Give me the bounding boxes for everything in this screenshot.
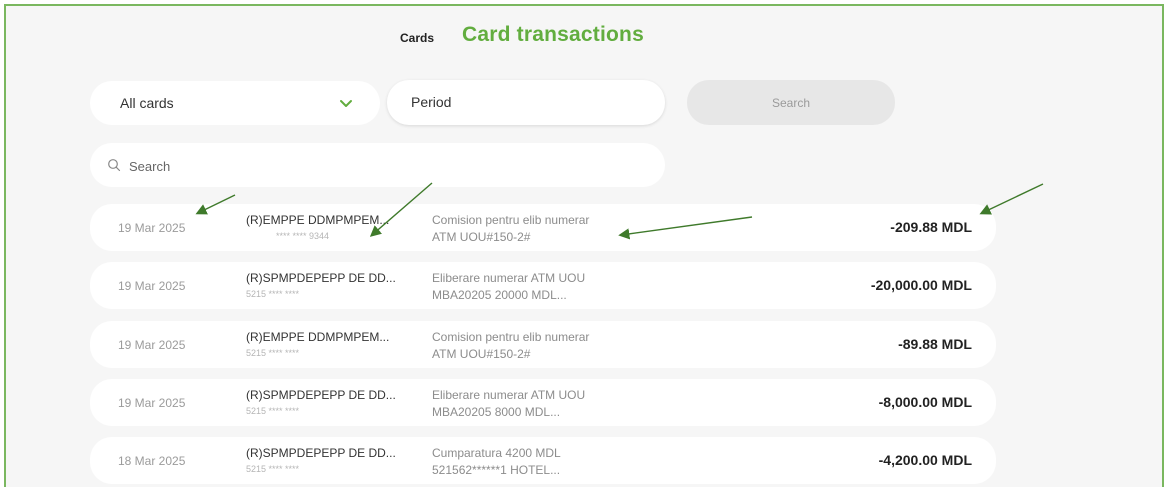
transaction-date: 19 Mar 2025 <box>118 396 186 410</box>
transaction-merchant: (R)SPMPDEPEPP DE DD... <box>246 388 396 402</box>
transaction-description-line1: Eliberare numerar ATM UOU <box>432 388 586 402</box>
transaction-card-number: 5215 **** **** <box>246 289 300 299</box>
search-icon <box>108 159 121 172</box>
transaction-description-line2: 521562******1 HOTEL... <box>432 463 561 477</box>
card-select-value: All cards <box>120 95 174 111</box>
transaction-card-number: 5215 **** **** <box>246 348 300 358</box>
transaction-merchant: (R)SPMPDEPEPP DE DD... <box>246 446 396 460</box>
transaction-amount: -89.88 MDL <box>898 336 972 352</box>
transaction-search-box[interactable] <box>90 143 665 187</box>
transaction-amount: -20,000.00 MDL <box>870 277 972 293</box>
period-picker[interactable]: Period <box>387 80 665 125</box>
transaction-row[interactable]: 19 Mar 2025 (R)EMPPE DDMPMPEM... **** **… <box>90 204 996 251</box>
transaction-merchant: (R)SPMPDEPEPP DE DD... <box>246 271 396 285</box>
transaction-description-line2: ATM UOU#150-2# <box>432 230 531 244</box>
transaction-amount: -8,000.00 MDL <box>878 394 972 410</box>
period-label: Period <box>411 94 452 110</box>
transaction-description-line1: Comision pentru elib numerar <box>432 213 590 227</box>
card-transactions-panel: Cards Card transactions All cards Period… <box>4 4 1164 487</box>
transaction-description-line1: Eliberare numerar ATM UOU <box>432 271 586 285</box>
transaction-row[interactable]: 19 Mar 2025 (R)EMPPE DDMPMPEM... 5215 **… <box>90 321 996 368</box>
transaction-row[interactable]: 19 Mar 2025 (R)SPMPDEPEPP DE DD... 5215 … <box>90 262 996 309</box>
transaction-description-line1: Comision pentru elib numerar <box>432 330 590 344</box>
transaction-description-line2: MBA20205 20000 MDL... <box>432 288 567 302</box>
transaction-card-number: 5215 **** **** <box>246 406 300 416</box>
transaction-merchant: (R)EMPPE DDMPMPEM... <box>246 330 390 344</box>
page-title: Card transactions <box>462 23 644 46</box>
search-button[interactable]: Search <box>687 80 895 125</box>
card-select-dropdown[interactable]: All cards <box>90 81 380 125</box>
page-header: Cards Card transactions <box>6 22 1162 52</box>
transaction-date: 19 Mar 2025 <box>118 338 186 352</box>
transaction-description-line2: ATM UOU#150-2# <box>432 347 531 361</box>
transaction-row[interactable]: 19 Mar 2025 (R)SPMPDEPEPP DE DD... 5215 … <box>90 379 996 426</box>
breadcrumb-cards[interactable]: Cards <box>400 31 434 45</box>
transaction-description-line2: MBA20205 8000 MDL... <box>432 405 561 419</box>
chevron-down-icon <box>340 100 352 107</box>
transaction-date: 18 Mar 2025 <box>118 454 186 468</box>
transaction-row[interactable]: 18 Mar 2025 (R)SPMPDEPEPP DE DD... 5215 … <box>90 437 996 484</box>
transaction-merchant: (R)EMPPE DDMPMPEM... <box>246 213 390 227</box>
transaction-date: 19 Mar 2025 <box>118 221 186 235</box>
transaction-description-line1: Cumparatura 4200 MDL <box>432 446 561 460</box>
transaction-amount: -209.88 MDL <box>890 219 972 235</box>
transaction-card-number: **** **** 9344 <box>276 231 330 241</box>
transaction-amount: -4,200.00 MDL <box>878 452 972 468</box>
transaction-card-number: 5215 **** **** <box>246 464 300 474</box>
search-input[interactable] <box>127 154 631 178</box>
transaction-date: 19 Mar 2025 <box>118 279 186 293</box>
